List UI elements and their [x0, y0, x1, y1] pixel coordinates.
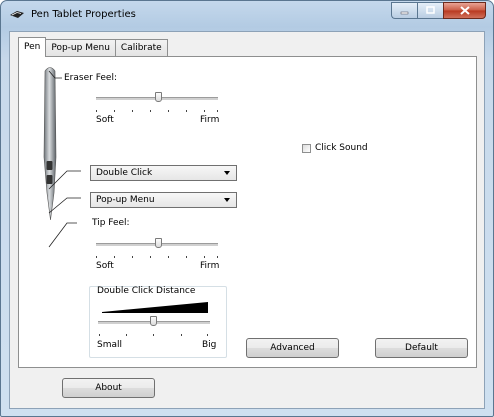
minimize-icon — [400, 11, 409, 15]
double-click-distance-title: Double Click Distance — [97, 286, 196, 296]
close-button[interactable] — [443, 2, 486, 19]
caption-buttons — [391, 2, 486, 20]
lower-side-button-dropdown[interactable]: Pop-up Menu — [90, 192, 237, 208]
tip-feel-label: Tip Feel: — [92, 218, 130, 228]
distance-big-label: Big — [202, 340, 217, 350]
tick — [168, 256, 169, 258]
pen-tab-panel: Eraser Feel: Soft Firm Click Sound Doubl… — [18, 56, 477, 368]
tick — [150, 256, 151, 258]
default-button[interactable]: Default — [375, 338, 468, 358]
distance-small-label: Small — [97, 340, 122, 350]
chevron-down-icon — [224, 198, 230, 202]
tick — [126, 334, 127, 336]
pen-callout-lines — [48, 70, 81, 248]
tick — [132, 256, 133, 258]
advanced-button[interactable]: Advanced — [246, 338, 339, 358]
tick — [204, 110, 205, 112]
eraser-soft-label: Soft — [96, 115, 114, 125]
tip-soft-label: Soft — [96, 261, 114, 271]
tick — [186, 110, 187, 112]
tick — [96, 256, 97, 258]
tick — [114, 110, 115, 112]
distance-wedge-icon — [102, 302, 208, 313]
click-sound-label: Click Sound — [315, 143, 368, 153]
maximize-icon — [426, 6, 435, 14]
tab-pop-up-menu[interactable]: Pop-up Menu — [45, 39, 116, 57]
tab-strip: Pen Pop-up Menu Calibrate — [18, 37, 168, 57]
minimize-button[interactable] — [391, 2, 417, 19]
double-click-distance-group: Double Click Distance Small Big — [89, 286, 227, 358]
window: Pen Tablet Properties Pen Pop-up Menu Ca… — [0, 0, 494, 417]
tip-firm-label: Firm — [200, 261, 220, 271]
about-button[interactable]: About — [62, 378, 155, 398]
tick — [181, 334, 182, 336]
tick — [217, 110, 218, 112]
tick — [186, 256, 187, 258]
tick — [96, 110, 97, 112]
lower-side-button-value: Pop-up Menu — [96, 195, 155, 205]
title-bar[interactable]: Pen Tablet Properties — [1, 1, 493, 29]
tick — [150, 110, 151, 112]
click-sound-option[interactable]: Click Sound — [302, 143, 368, 153]
upper-side-button-dropdown[interactable]: Double Click — [90, 165, 237, 181]
tick — [153, 334, 154, 336]
tick — [168, 110, 169, 112]
eraser-feel-slider-thumb[interactable] — [155, 92, 162, 102]
tick — [207, 334, 208, 336]
tick — [114, 256, 115, 258]
eraser-feel-label: Eraser Feel: — [64, 73, 117, 83]
tick — [99, 334, 100, 336]
click-sound-checkbox[interactable] — [302, 143, 311, 153]
tick — [204, 256, 205, 258]
chevron-down-icon — [224, 171, 230, 175]
tab-pen[interactable]: Pen — [18, 37, 47, 57]
tick — [132, 110, 133, 112]
tab-calibrate[interactable]: Calibrate — [114, 39, 168, 57]
double-click-distance-slider-thumb[interactable] — [150, 316, 157, 326]
pen-tablet-icon — [10, 11, 24, 18]
maximize-button[interactable] — [417, 2, 443, 19]
tick — [217, 256, 218, 258]
eraser-firm-label: Firm — [200, 115, 220, 125]
tip-feel-slider-thumb[interactable] — [155, 238, 162, 248]
dialog-body: Pen Pop-up Menu Calibrate Eraser Feel: S… — [9, 31, 485, 409]
window-title: Pen Tablet Properties — [31, 9, 136, 20]
upper-side-button-value: Double Click — [96, 168, 153, 178]
close-icon — [459, 6, 470, 15]
